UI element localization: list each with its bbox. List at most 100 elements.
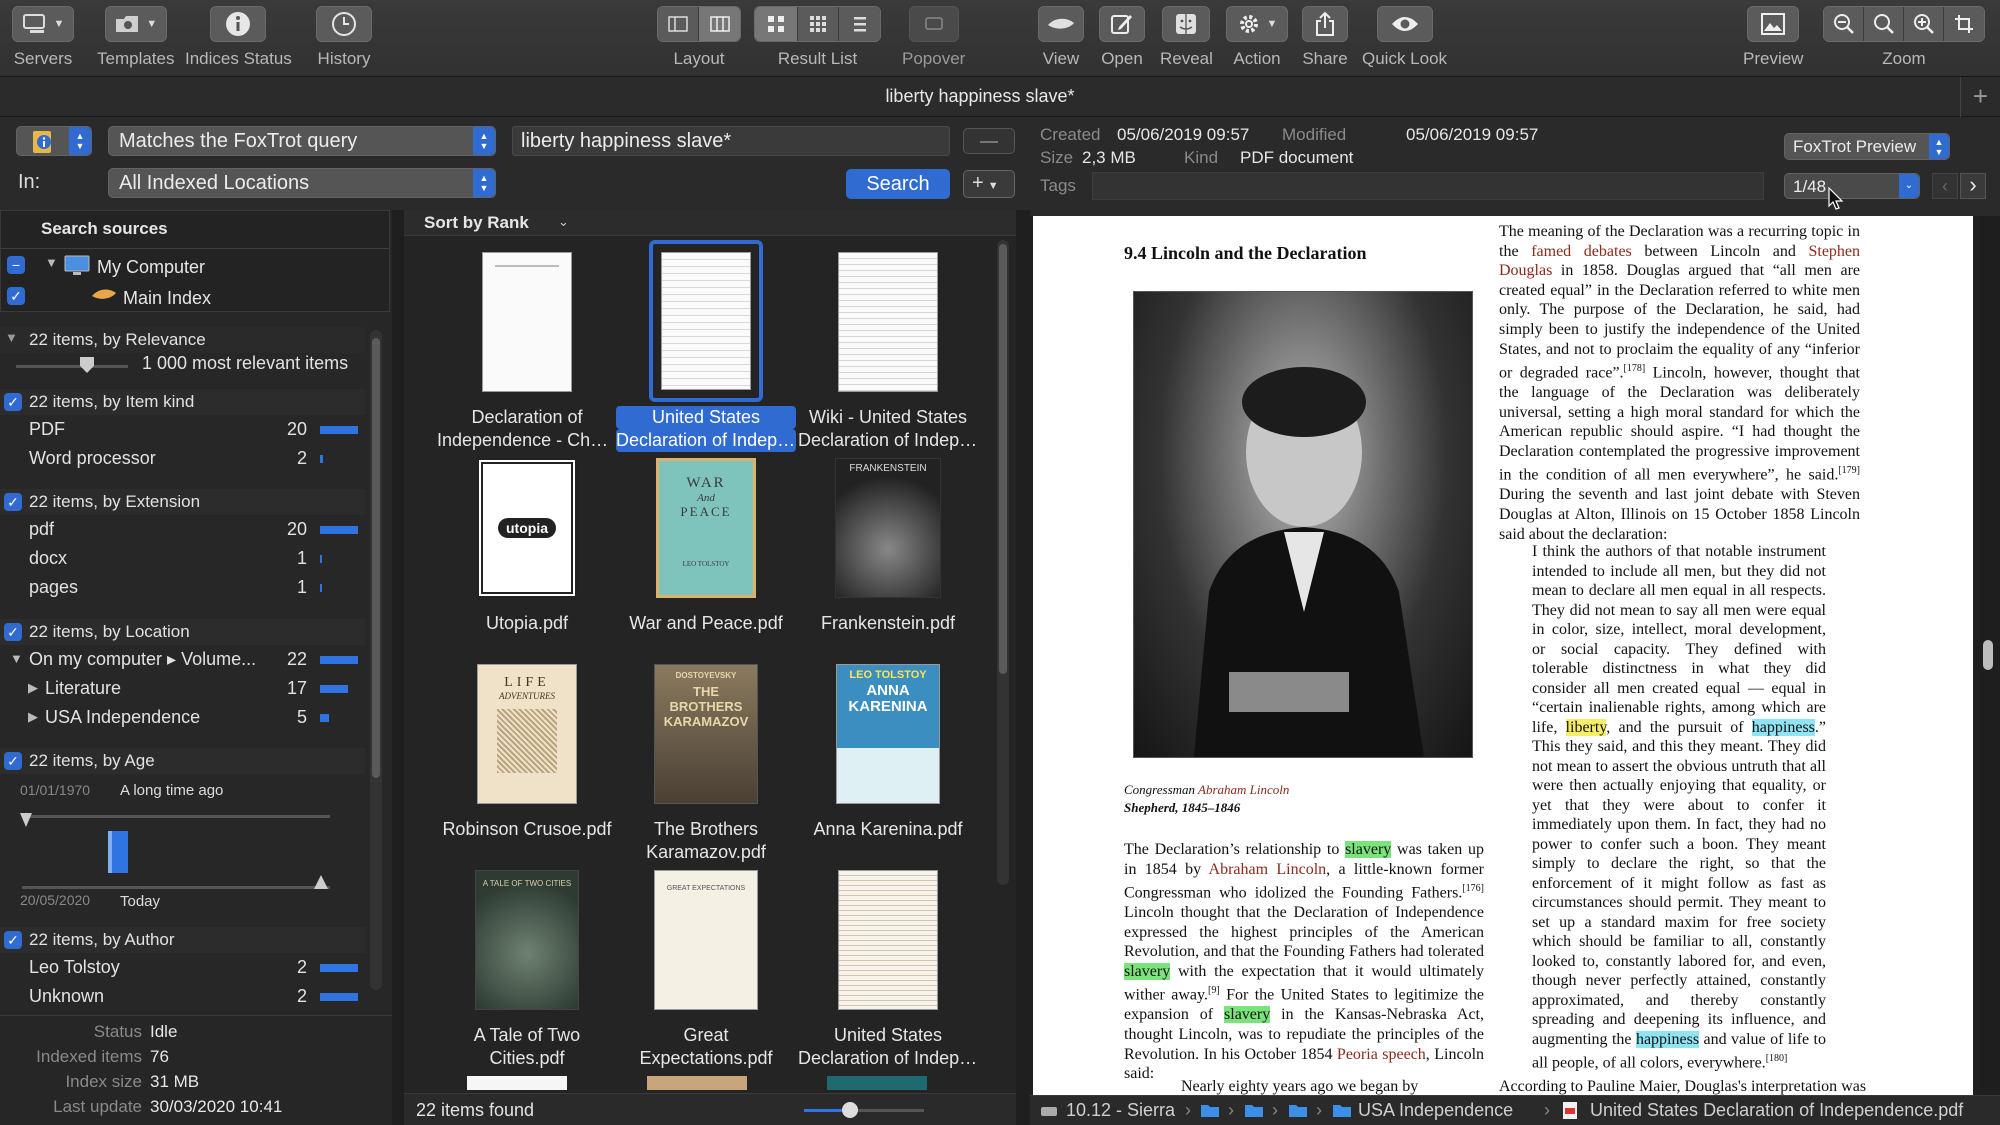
next-page-button[interactable]: › — [1960, 173, 1986, 199]
preview-scrollbar[interactable] — [1978, 216, 2000, 1095]
result-item[interactable]: A TALE OF TWO CITIES A Tale of Two Citie… — [437, 870, 617, 1070]
table-view-button[interactable] — [798, 7, 839, 41]
disclosure-open-icon[interactable]: ▼ — [45, 255, 58, 270]
age-start-thumb[interactable] — [20, 813, 32, 827]
list-item[interactable]: pdf 20 — [0, 517, 365, 543]
query-mode-popup[interactable]: Matches the FoxTrot query ▲ ▼ — [108, 126, 496, 156]
sort-header[interactable]: Sort by Rank ⌄ — [404, 210, 1016, 236]
result-item[interactable]: LEO TOLSTOY ANNA KARENINA Anna Karenina.… — [798, 664, 978, 841]
book-cover[interactable] — [827, 1076, 927, 1090]
search-input[interactable]: liberty happiness slave* — [512, 126, 950, 156]
zoom-fit-button[interactable] — [1944, 7, 1984, 41]
disclosure-open-icon[interactable]: ▼ — [10, 651, 23, 666]
my-computer-checkbox[interactable]: − — [7, 256, 25, 274]
layout-split-button[interactable] — [699, 7, 740, 41]
book-cover: A TALE OF TWO CITIES — [475, 870, 579, 1010]
templates-button[interactable]: ▼ Templates — [97, 6, 174, 69]
new-tab-button[interactable]: + — [1960, 77, 2000, 117]
sidebar-scrollbar[interactable] — [370, 330, 382, 990]
location-filter-checkbox[interactable]: ✓ — [4, 623, 22, 641]
result-item-selected[interactable]: United States Declaration of Indepen... — [616, 240, 796, 452]
results-scrollbar[interactable] — [997, 240, 1009, 885]
slider-thumb[interactable] — [842, 1102, 858, 1118]
result-item[interactable]: utopia Utopia.pdf — [437, 458, 617, 635]
indices-status-button[interactable]: Indices Status — [185, 6, 292, 69]
disclosure-closed-icon[interactable]: ▶ — [28, 709, 38, 725]
location-popup[interactable]: All Indexed Locations ▲ ▼ — [108, 168, 496, 198]
query-type-popup[interactable]: ▲ ▼ — [16, 126, 92, 156]
kind-filter-checkbox[interactable]: ✓ — [4, 393, 22, 411]
folder-icon[interactable] — [1200, 1103, 1220, 1118]
chevron-down-icon: ▼ — [146, 18, 158, 30]
book-cover[interactable] — [647, 1076, 747, 1090]
result-item[interactable]: LIFE ADVENTURES Robinson Crusoe.pdf — [437, 664, 617, 841]
extension-filter-checkbox[interactable]: ✓ — [4, 493, 22, 511]
previous-page-button[interactable]: ‹ — [1932, 173, 1958, 199]
relevance-slider[interactable] — [16, 365, 128, 368]
templates-icon — [116, 16, 139, 32]
list-item[interactable]: Unknown 2 — [0, 984, 365, 1010]
list-item[interactable]: docx 1 — [0, 546, 365, 572]
result-item[interactable]: Declaration of Independence - Chec... — [437, 252, 617, 452]
chevron-down-icon: ▼ — [987, 180, 999, 192]
path-file[interactable]: United States Declaration of Independenc… — [1590, 1100, 1963, 1121]
grid-icon — [768, 16, 784, 32]
layout-list-button[interactable] — [658, 7, 699, 41]
age-filter-checkbox[interactable]: ✓ — [4, 752, 22, 770]
open-button[interactable]: Open — [1099, 6, 1145, 69]
tags-field[interactable] — [1092, 172, 1764, 200]
reveal-button[interactable]: Reveal — [1160, 6, 1213, 69]
zoom-actual-button[interactable] — [1864, 7, 1904, 41]
layout-control: Layout — [657, 6, 741, 69]
crop-icon — [1955, 15, 1973, 33]
result-item[interactable]: GREAT EXPECTATIONS Great Expectations.pd… — [616, 870, 796, 1070]
result-item[interactable]: Wiki - United States Declaration of Inde… — [798, 252, 978, 452]
result-item[interactable]: United States Declaration of Indepen... — [798, 870, 978, 1070]
list-item[interactable]: Word processor 2 — [0, 446, 365, 472]
share-button[interactable]: Share — [1302, 6, 1348, 69]
grid-view-button[interactable] — [755, 7, 798, 41]
page-selector[interactable]: 1/48 ⌄ — [1784, 173, 1920, 199]
age-range-slider[interactable] — [22, 815, 330, 818]
servers-button[interactable]: ▼ Servers — [12, 6, 74, 69]
history-button[interactable]: History — [316, 6, 372, 69]
result-item[interactable]: WAR And PEACE LEO TOLSTOY War and Peace.… — [616, 458, 796, 635]
path-folder[interactable]: USA Independence — [1358, 1100, 1513, 1121]
view-button[interactable]: View — [1038, 6, 1084, 69]
slider-thumb[interactable] — [80, 357, 94, 373]
remove-criteria-button[interactable] — [963, 128, 1015, 154]
result-item[interactable]: FRANKENSTEIN Frankenstein.pdf — [798, 458, 978, 635]
list-view-button[interactable] — [839, 7, 880, 41]
folder-icon[interactable] — [1288, 1103, 1308, 1118]
folder-icon[interactable] — [1244, 1103, 1264, 1118]
list-item[interactable]: ▼ On my computer ▸ Volume... 22 — [0, 647, 365, 673]
main-index-checkbox[interactable]: ✓ — [7, 287, 25, 305]
path-volume[interactable]: 10.12 - Sierra — [1066, 1100, 1175, 1121]
preview-header: Created 05/06/2019 09:57 Modified 05/06/… — [1030, 117, 2000, 216]
disclosure-open-icon[interactable]: ▼ — [5, 330, 18, 345]
zoom-in-icon — [1913, 14, 1934, 34]
zoom-icon — [1873, 14, 1894, 34]
popover-button[interactable]: Popover — [902, 6, 965, 69]
result-item[interactable]: DOSTOYEVSKY THE BROTHERS KARAMAZOV The B… — [616, 664, 796, 864]
preview-button[interactable]: Preview — [1743, 6, 1803, 69]
add-criteria-button[interactable]: + ▼ — [963, 170, 1015, 198]
zoom-out-button[interactable] — [1824, 7, 1864, 41]
count-bar — [320, 555, 322, 563]
action-button[interactable]: ▼ Action — [1226, 6, 1288, 69]
author-filter-checkbox[interactable]: ✓ — [4, 931, 22, 949]
list-item[interactable]: ▶ Literature 17 — [0, 676, 365, 702]
list-item[interactable]: Leo Tolstoy 2 — [0, 955, 365, 981]
quick-look-button[interactable]: Quick Look — [1362, 6, 1447, 69]
search-button[interactable]: Search — [846, 169, 950, 199]
preview-mode-popup[interactable]: FoxTrot Preview ▲ ▼ — [1784, 133, 1950, 160]
disclosure-closed-icon[interactable]: ▶ — [28, 680, 38, 696]
list-item[interactable]: pages 1 — [0, 575, 365, 601]
split-handle[interactable] — [1018, 614, 1026, 620]
zoom-in-button[interactable] — [1904, 7, 1944, 41]
document-thumbnail[interactable] — [467, 1076, 567, 1090]
list-item[interactable]: ▶ USA Independence 5 — [0, 705, 365, 731]
path-bar: 10.12 - Sierra › › › › USA Independence … — [1030, 1095, 2000, 1125]
list-item[interactable]: PDF 20 — [0, 417, 365, 443]
age-end-thumb[interactable] — [314, 875, 328, 889]
